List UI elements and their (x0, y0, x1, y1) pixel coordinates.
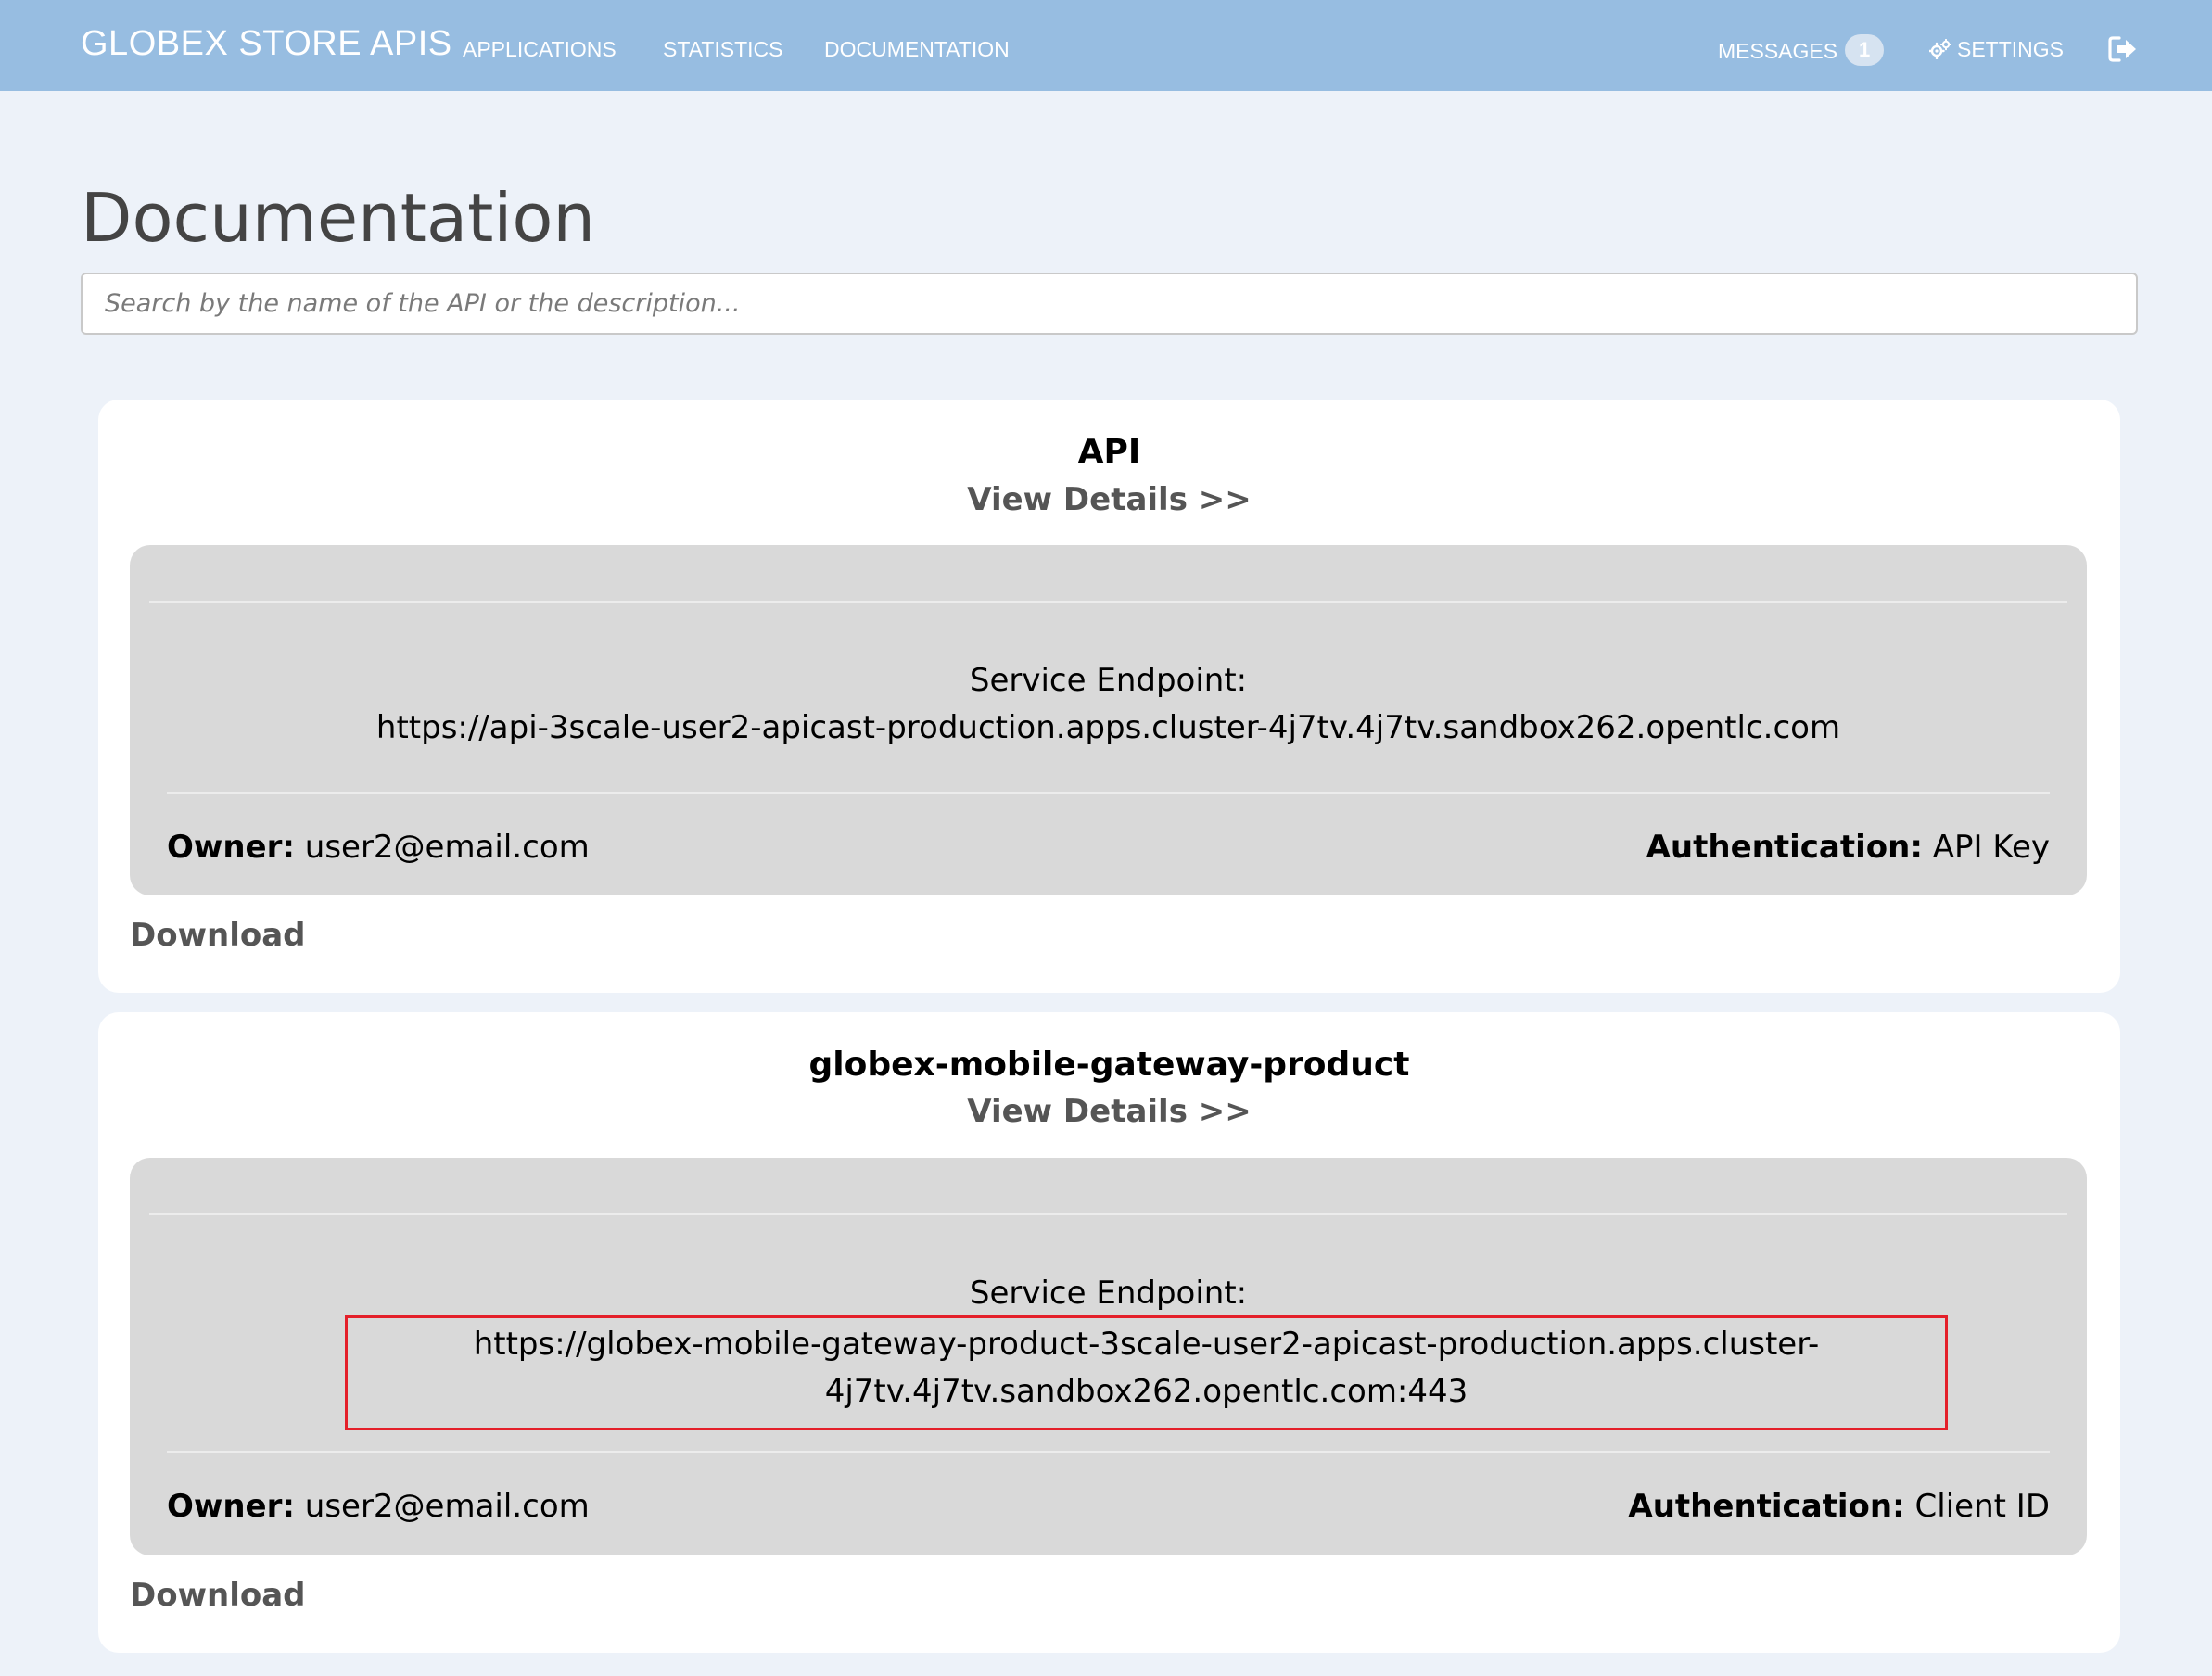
divider (167, 1451, 2050, 1453)
search-input[interactable] (81, 273, 2138, 335)
divider (149, 1213, 2067, 1215)
owner-field: Owner: user2@email.com (167, 1488, 590, 1525)
brand-logo[interactable]: GLOBEX STORE APIS (81, 24, 452, 64)
authentication-field: Authentication: API Key (1646, 829, 2050, 866)
api-info-panel: Service Endpoint: https://api-3scale-use… (130, 545, 2087, 895)
authentication-label: Authentication: (1628, 1488, 1905, 1525)
download-link[interactable]: Download (130, 1577, 306, 1614)
sign-out-icon[interactable] (2108, 35, 2138, 63)
authentication-field: Authentication: Client ID (1628, 1488, 2050, 1525)
service-endpoint-label: Service Endpoint: (969, 1275, 1248, 1312)
service-endpoint-url: https://api-3scale-user2-apicast-product… (375, 709, 1841, 746)
divider (149, 601, 2067, 603)
gears-icon (1928, 38, 1952, 60)
nav-messages-label: MESSAGES (1718, 39, 1838, 64)
page-title: Documentation (81, 179, 596, 257)
owner-field: Owner: user2@email.com (167, 829, 590, 866)
divider (167, 792, 2050, 794)
api-name: API (1077, 433, 1141, 471)
nav-statistics[interactable]: STATISTICS (663, 37, 783, 62)
download-link[interactable]: Download (130, 917, 306, 954)
owner-label: Owner: (167, 1488, 295, 1525)
owner-value: user2@email.com (304, 829, 590, 866)
messages-count-badge: 1 (1845, 34, 1885, 66)
api-info-panel: Service Endpoint: https://globex-mobile-… (130, 1158, 2087, 1555)
service-endpoint-label: Service Endpoint: (969, 662, 1248, 699)
nav-settings-label: SETTINGS (1957, 37, 2065, 61)
service-endpoint-url-line: https://globex-mobile-gateway-product-3s… (473, 1326, 1820, 1363)
authentication-value: Client ID (1914, 1488, 2050, 1525)
owner-value: user2@email.com (304, 1488, 590, 1525)
authentication-value: API Key (1932, 829, 2050, 866)
api-name: globex-mobile-gateway-product (808, 1046, 1410, 1084)
nav-applications[interactable]: APPLICATIONS (463, 37, 617, 62)
service-endpoint-url-line: 4j7tv.4j7tv.sandbox262.opentlc.com:443 (824, 1373, 1468, 1410)
view-details-link[interactable]: View Details >> (98, 481, 2120, 518)
nav-messages[interactable]: MESSAGES 1 (1718, 34, 1885, 69)
owner-label: Owner: (167, 829, 295, 866)
api-card: API View Details >> Service Endpoint: ht… (98, 400, 2120, 993)
highlighted-service-endpoint: https://globex-mobile-gateway-product-3s… (345, 1315, 1948, 1430)
nav-settings[interactable]: SETTINGS (1928, 37, 2065, 62)
nav-documentation[interactable]: DOCUMENTATION (824, 37, 1010, 62)
authentication-label: Authentication: (1646, 829, 1923, 866)
top-navbar: GLOBEX STORE APIS APPLICATIONS STATISTIC… (0, 0, 2212, 91)
view-details-link[interactable]: View Details >> (98, 1093, 2120, 1130)
api-card: globex-mobile-gateway-product View Detai… (98, 1012, 2120, 1653)
